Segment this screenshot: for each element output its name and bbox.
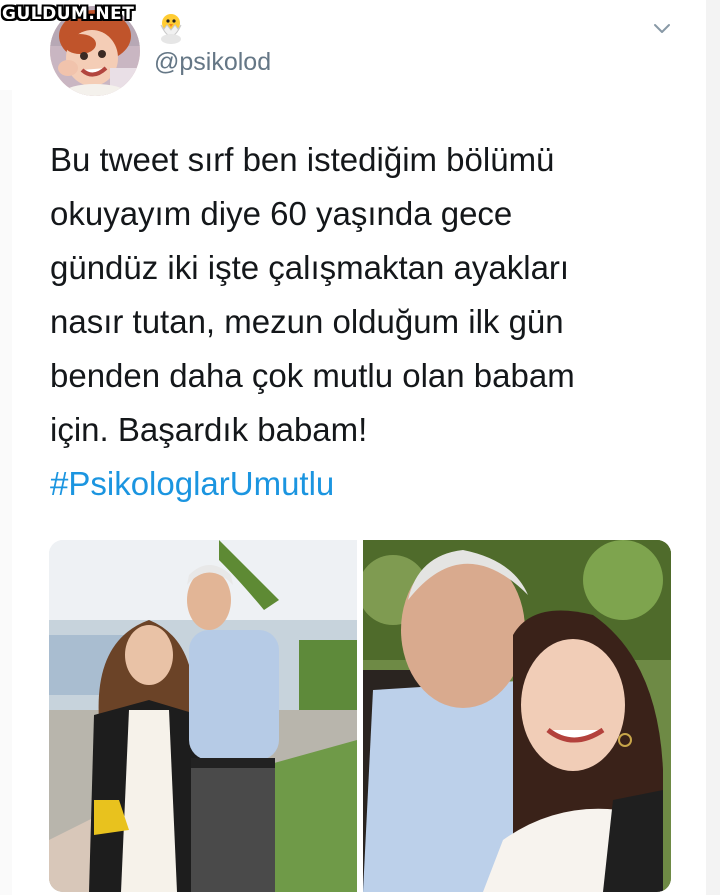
site-watermark: GULDUM.NET <box>2 4 135 24</box>
user-handle[interactable]: @psikolod <box>154 48 271 77</box>
tweet-line: benden daha çok mutlu olan babam <box>50 357 575 394</box>
hashtag-link[interactable]: #PsikologlarUmutlu <box>50 457 670 511</box>
tweet-line: Bu tweet sırf ben istediğim bölümü <box>50 141 555 178</box>
media-photo-right[interactable] <box>363 540 671 892</box>
tweet-text: Bu tweet sırf ben istediğim bölümü okuya… <box>50 133 670 511</box>
tweet-media <box>49 540 671 892</box>
tweet-line: nasır tutan, mezun olduğum ilk gün <box>50 303 564 340</box>
tweet-line: için. Başardık babam! <box>50 411 368 448</box>
tweet-line: gündüz iki işte çalışmaktan ayakları <box>50 249 570 286</box>
tweet-line: okuyayım diye 60 yaşında gece <box>50 195 513 232</box>
media-photo-left[interactable] <box>49 540 357 892</box>
page-right-edge <box>706 0 720 895</box>
hatching-chick-icon <box>155 11 187 45</box>
chevron-down-icon[interactable] <box>652 22 672 36</box>
page-left-edge <box>0 90 12 895</box>
